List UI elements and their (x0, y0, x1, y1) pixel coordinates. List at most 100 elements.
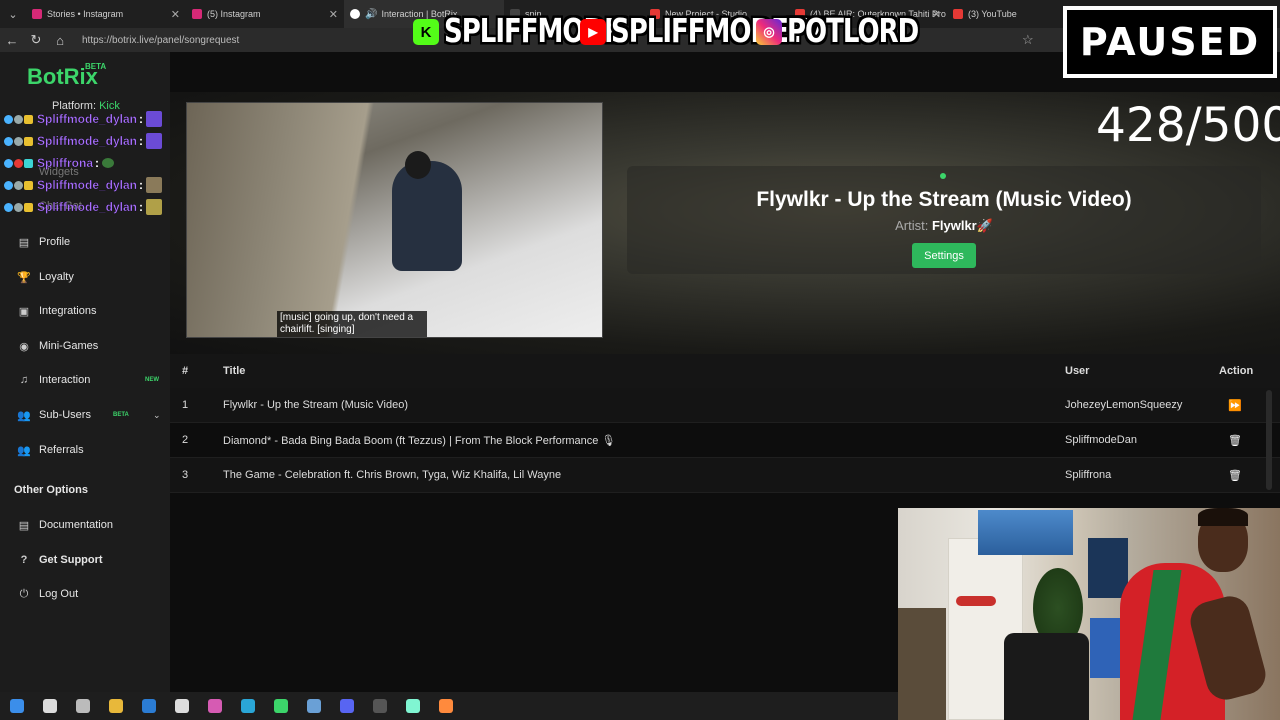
discord-icon[interactable] (330, 692, 363, 720)
chat-badges (4, 180, 34, 190)
chat-message: Spliffrona : (4, 152, 170, 174)
reload-icon[interactable]: ↻ (24, 32, 48, 48)
steam-icon[interactable] (297, 692, 330, 720)
webcam-object (956, 596, 996, 606)
trash-icon[interactable]: 🗑 (1228, 469, 1242, 482)
trash-icon[interactable]: 🗑 (1228, 434, 1242, 447)
requester-name: JohezeyLemonSqueezy (1065, 399, 1183, 411)
sidebar-item-label: Integrations (39, 305, 97, 317)
file-explorer-icon[interactable] (99, 692, 132, 720)
emote-icon (146, 133, 163, 149)
sidebar-item-get-support[interactable]: ? Get Support (0, 545, 170, 575)
photos-icon[interactable] (198, 692, 231, 720)
live-status-dot (940, 173, 946, 179)
webcam-overlay (898, 508, 1280, 720)
chevron-down-icon[interactable]: ⌄ (153, 410, 161, 421)
tab-title: (5) Instagram (207, 9, 261, 19)
streamlabs-icon-glyph (405, 699, 420, 713)
now-playing-artist: Artist: Flywlkr🚀 (627, 218, 1261, 234)
chat-username[interactable]: Spliffmode_dylan (37, 134, 137, 148)
plugin-icon: ▣ (18, 305, 30, 318)
chat-username[interactable]: Spliffmode_dylan (37, 178, 137, 192)
video-frame-head (405, 151, 431, 179)
requester-name: SpliffmodeDan (1065, 434, 1137, 446)
row-number: 2 (182, 434, 189, 446)
artist-label: Artist: (895, 218, 929, 233)
streamlabs-icon[interactable] (396, 692, 429, 720)
kick-icon: K (413, 19, 439, 45)
sidebar-item-sub-users[interactable]: 👥 Sub-Users BETA ⌄ (0, 400, 170, 430)
chat-colon: : (139, 178, 144, 192)
mail-icon[interactable] (132, 692, 165, 720)
search-icon-glyph (42, 699, 57, 713)
chat-badges (4, 202, 34, 212)
close-tab-icon[interactable]: ✕ (171, 8, 180, 21)
instagram-icon: ◎ (756, 19, 782, 45)
webcam-person-hair (1198, 508, 1248, 526)
close-tab-icon[interactable]: ✕ (329, 8, 338, 21)
webcam-chair (1004, 633, 1089, 720)
store-icon[interactable] (165, 692, 198, 720)
id-card-icon: ▤ (18, 236, 30, 249)
task-view-icon[interactable] (66, 692, 99, 720)
sidebar-item-log-out[interactable]: ⏻ Log Out (0, 579, 170, 609)
chat-badges (4, 114, 34, 124)
now-playing-card: Flywlkr - Up the Stream (Music Video) Ar… (627, 166, 1261, 274)
home-icon[interactable]: ⌂ (48, 33, 72, 48)
instagram-icon (32, 9, 42, 19)
sidebar-item-referrals[interactable]: 👥 Referrals (0, 435, 170, 465)
chat-username[interactable]: Spliffrona (37, 156, 93, 170)
bookmark-star-icon[interactable]: ☆ (1022, 32, 1034, 48)
browser-tab[interactable]: (3) YouTube (947, 0, 1037, 28)
media-player-icon[interactable] (429, 692, 462, 720)
browser-tab[interactable]: (5) Instagram ✕ (186, 0, 344, 28)
sidebar-item-label: Log Out (39, 588, 79, 600)
song-title: Flywlkr - Up the Stream (Music Video) (223, 399, 409, 411)
webcam-poster (978, 510, 1073, 555)
chat-overlay: Spliffmode_dylan : Spliffmode_dylan : Sp… (4, 108, 170, 218)
speaker-icon[interactable]: 🔊 (365, 9, 377, 20)
sidebar-item-loyalty[interactable]: 🏆 Loyalty (0, 262, 170, 292)
sidebar-item-interaction[interactable]: ♫ Interaction NEW (0, 365, 170, 395)
table-row: 3 The Game - Celebration ft. Chris Brown… (170, 458, 1280, 493)
search-icon[interactable] (33, 692, 66, 720)
youtube-icon: ▶ (580, 19, 606, 45)
sidebar-item-mini-games[interactable]: ◉ Mini-Games (0, 331, 170, 361)
row-number: 1 (182, 399, 189, 411)
instagram-icon (192, 9, 202, 19)
file-explorer-icon-glyph (108, 699, 123, 713)
chat-username[interactable]: Spliffmode_dylan (37, 200, 137, 214)
skip-icon[interactable]: ⏩ (1228, 399, 1242, 412)
webcam-poster (1088, 538, 1128, 598)
goal-counter: 428/500 (1096, 98, 1280, 153)
obs-icon-glyph (372, 699, 387, 713)
video-caption: [music] going up, don't need a chairlift… (277, 311, 427, 337)
obs-icon[interactable] (363, 692, 396, 720)
table-scrollbar[interactable] (1266, 390, 1272, 490)
gamepad-icon: ◉ (19, 340, 29, 353)
windows-start-icon-glyph (9, 699, 24, 713)
sidebar-item-documentation[interactable]: ▤ Documentation (0, 510, 170, 540)
sidebar-item-label: Get Support (39, 554, 103, 566)
trophy-icon: 🏆 (17, 271, 31, 284)
column-header-user: User (1065, 365, 1090, 377)
back-icon[interactable]: ← (0, 33, 24, 48)
chat-message: Spliffmode_dylan : (4, 196, 170, 218)
sidebar-item-integrations[interactable]: ▣ Integrations (0, 296, 170, 326)
discord-icon-glyph (339, 699, 354, 713)
tab-list-dropdown-icon[interactable]: ⌄ (0, 8, 26, 21)
edge-icon[interactable] (231, 692, 264, 720)
settings-button[interactable]: Settings (912, 243, 976, 268)
brand-logo[interactable]: BotRix BETA (27, 62, 106, 90)
video-player[interactable]: [music] going up, don't need a chairlift… (186, 102, 603, 338)
column-header-title: Title (223, 365, 246, 377)
chat-colon: : (139, 134, 144, 148)
windows-taskbar (0, 692, 898, 720)
windows-start-icon[interactable] (0, 692, 33, 720)
close-tab-icon[interactable]: ✕ (932, 8, 941, 21)
sidebar-item-profile[interactable]: ▤ Profile (0, 227, 170, 257)
browser-tab[interactable]: Stories • Instagram ✕ (26, 0, 186, 28)
sidebar-item-label: Mini-Games (39, 340, 99, 352)
chat-username[interactable]: Spliffmode_dylan (37, 112, 137, 126)
app-icon[interactable] (264, 692, 297, 720)
